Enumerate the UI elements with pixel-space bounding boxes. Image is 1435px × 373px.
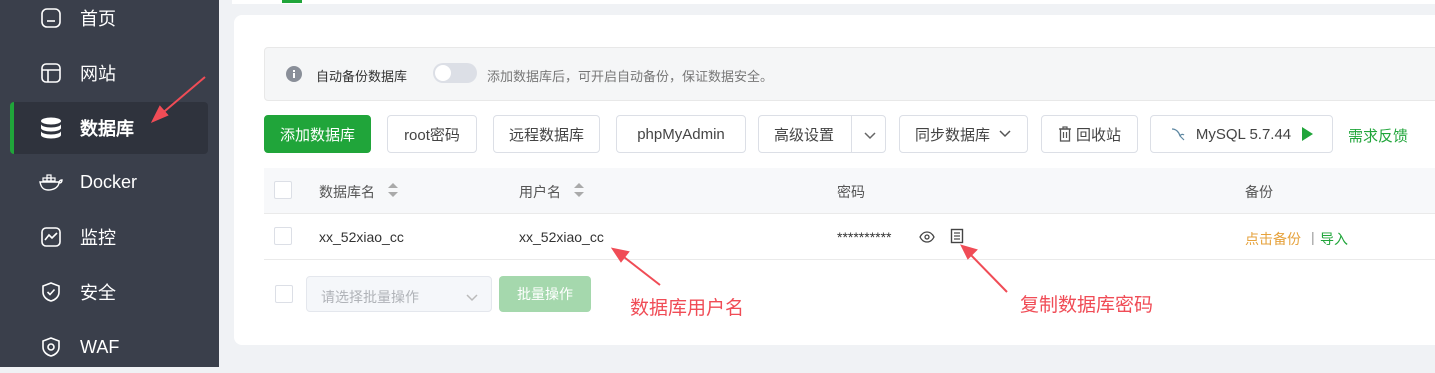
arrow-head <box>960 244 978 260</box>
annotation-arrows <box>150 76 1008 293</box>
arrow-to-database-menu <box>158 76 206 117</box>
arrow-to-copy-icon <box>967 251 1008 293</box>
arrow-head <box>150 105 169 123</box>
arrow-to-username <box>619 253 661 286</box>
